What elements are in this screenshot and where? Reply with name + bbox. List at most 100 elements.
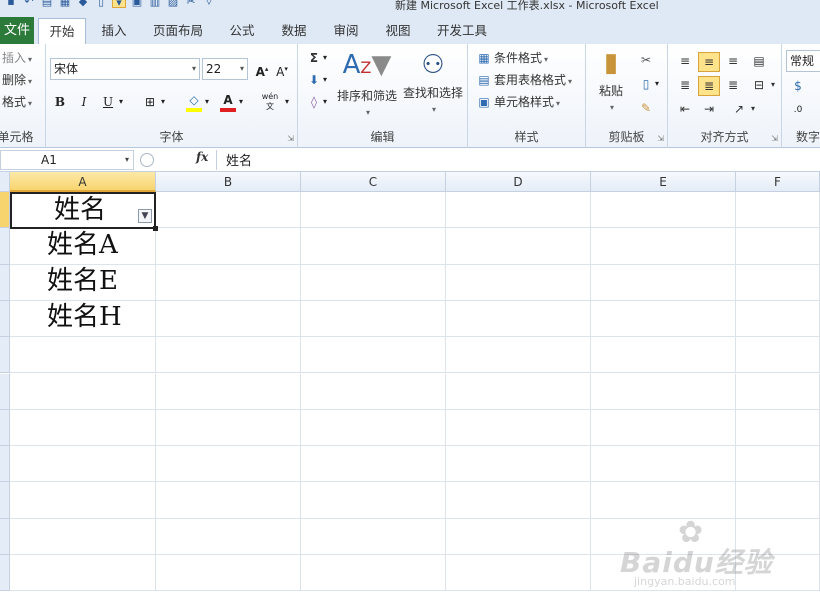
grid-cell[interactable] <box>446 409 591 447</box>
row-header[interactable] <box>0 555 10 592</box>
grid-cell[interactable] <box>156 555 301 592</box>
insert-cells-button[interactable]: 插入 ▾ <box>2 48 32 68</box>
cut-icon[interactable]: ✂ <box>636 50 656 70</box>
grid-cell[interactable] <box>156 482 301 519</box>
grid-cell[interactable] <box>301 337 446 374</box>
copy-icon[interactable]: ▯ <box>94 0 108 8</box>
grid-cell[interactable] <box>591 373 736 410</box>
row-header[interactable] <box>0 446 10 483</box>
cell-a3[interactable]: 姓名E <box>10 264 156 301</box>
increase-indent-icon[interactable]: ⇥ <box>698 100 720 120</box>
row-header[interactable] <box>0 300 10 338</box>
tab-formulas[interactable]: 公式 <box>220 18 264 44</box>
cell-styles-button[interactable]: ▣ 单元格样式 ▾ <box>476 92 560 112</box>
middle-align-icon[interactable]: ≡ <box>698 52 720 72</box>
grow-font-button[interactable]: A▴ <box>252 59 272 79</box>
phonetic-dropdown-icon[interactable]: ▾ <box>282 92 292 112</box>
grid-cell[interactable] <box>446 337 591 374</box>
underline-dropdown-icon[interactable]: ▾ <box>116 92 126 112</box>
print-icon[interactable]: ▤ <box>40 0 54 8</box>
tab-home[interactable]: 开始 <box>38 18 86 44</box>
grid-cell[interactable] <box>591 192 736 229</box>
grid-cell[interactable] <box>156 300 301 338</box>
grid-cell[interactable] <box>10 337 156 374</box>
orientation-dropdown-icon[interactable]: ▾ <box>748 100 758 120</box>
paste-icon[interactable]: ▣ <box>130 0 144 8</box>
cell-a1-selected[interactable]: 姓名 ▼ <box>10 192 158 231</box>
autosum-dropdown-icon[interactable]: ▾ <box>320 48 330 68</box>
save-icon[interactable]: ▪ <box>4 0 18 8</box>
grid-cell[interactable] <box>736 192 820 229</box>
bold-button[interactable]: B <box>50 92 70 112</box>
row-header[interactable] <box>0 482 10 519</box>
grid-cell[interactable] <box>301 446 446 483</box>
borders-dropdown-icon[interactable]: ▾ <box>158 92 168 112</box>
grid-cell[interactable] <box>301 555 446 592</box>
conditional-format-button[interactable]: ▦ 条件格式 ▾ <box>476 48 548 68</box>
merge-center-icon[interactable]: ⊟ <box>748 76 770 96</box>
grid-cell[interactable] <box>446 264 591 301</box>
grid-cell[interactable] <box>736 228 820 265</box>
grid-cell[interactable] <box>156 228 301 265</box>
number-format-combo[interactable]: 常规 <box>786 50 820 72</box>
font-dialog-launcher-icon[interactable]: ⇲ <box>287 134 294 143</box>
row-header[interactable] <box>0 373 10 410</box>
grid-cell[interactable] <box>10 446 156 483</box>
row-header[interactable] <box>0 518 10 555</box>
grid-cell[interactable] <box>591 228 736 265</box>
grid-cell[interactable] <box>446 192 591 229</box>
clipboard-dialog-launcher-icon[interactable]: ⇲ <box>657 134 664 143</box>
grid-cell[interactable] <box>736 300 820 338</box>
grid-cell[interactable] <box>156 192 301 229</box>
grid-cell[interactable] <box>10 518 156 555</box>
grid-cell[interactable] <box>301 192 446 229</box>
orientation-icon[interactable]: ↗ <box>728 100 750 120</box>
preview-icon[interactable]: ▦ <box>58 0 72 8</box>
font-color-icon[interactable]: A <box>218 90 238 112</box>
font-size-combo[interactable]: 22 ▾ <box>202 58 248 80</box>
select-all-corner[interactable] <box>0 172 10 192</box>
format-as-table-button[interactable]: ▤ 套用表格格式 ▾ <box>476 70 572 90</box>
cell-a2[interactable]: 姓名A <box>10 228 156 265</box>
grid-cell[interactable] <box>446 482 591 519</box>
grid-cell[interactable] <box>301 264 446 301</box>
filter-icon[interactable]: ▾ <box>112 0 126 9</box>
column-header-b[interactable]: B <box>156 172 301 192</box>
grid-cell[interactable] <box>591 482 736 519</box>
grid-cell[interactable] <box>156 264 301 301</box>
grid-cell[interactable] <box>10 555 156 592</box>
tab-page-layout[interactable]: 页面布局 <box>146 18 210 44</box>
cell-a4[interactable]: 姓名H <box>10 300 156 337</box>
tab-data[interactable]: 数据 <box>272 18 316 44</box>
tools-icon[interactable]: ✂ <box>184 0 198 8</box>
grid-cell[interactable] <box>736 264 820 301</box>
grid-cell[interactable] <box>736 337 820 374</box>
grid-cell[interactable] <box>591 337 736 374</box>
formula-input[interactable]: 姓名 <box>226 150 252 169</box>
grid-cell[interactable] <box>446 446 591 483</box>
filter-dropdown-icon[interactable]: ▼ <box>138 209 152 223</box>
borders-icon[interactable]: ⊞ <box>140 92 160 112</box>
underline-button[interactable]: U <box>98 92 118 112</box>
grid-cell[interactable] <box>446 300 591 338</box>
chart-icon[interactable]: ▨ <box>166 0 180 8</box>
column-header-f[interactable]: F <box>736 172 820 192</box>
sort-filter-button[interactable]: AZ▼ 排序和筛选 ▾ <box>334 50 400 118</box>
grid-cell[interactable] <box>736 409 820 447</box>
column-header-c[interactable]: C <box>301 172 446 192</box>
currency-format-icon[interactable]: $ <box>788 76 808 96</box>
top-align-icon[interactable]: ≡ <box>674 52 696 72</box>
grid-cell[interactable] <box>156 518 301 555</box>
fill-color-icon[interactable]: ◇ <box>184 90 204 112</box>
tab-view[interactable]: 视图 <box>376 18 420 44</box>
phonetic-guide-icon[interactable]: wén 文 <box>258 92 282 112</box>
align-right-icon[interactable]: ≣ <box>722 76 744 96</box>
grid-cell[interactable] <box>156 337 301 374</box>
row-header[interactable] <box>0 337 10 374</box>
grid-cell[interactable] <box>10 373 156 410</box>
grid-cell[interactable] <box>446 373 591 410</box>
grid-cell[interactable] <box>591 300 736 338</box>
alignment-dialog-launcher-icon[interactable]: ⇲ <box>771 134 778 143</box>
row-header[interactable] <box>0 409 10 447</box>
row-header[interactable] <box>0 192 10 229</box>
